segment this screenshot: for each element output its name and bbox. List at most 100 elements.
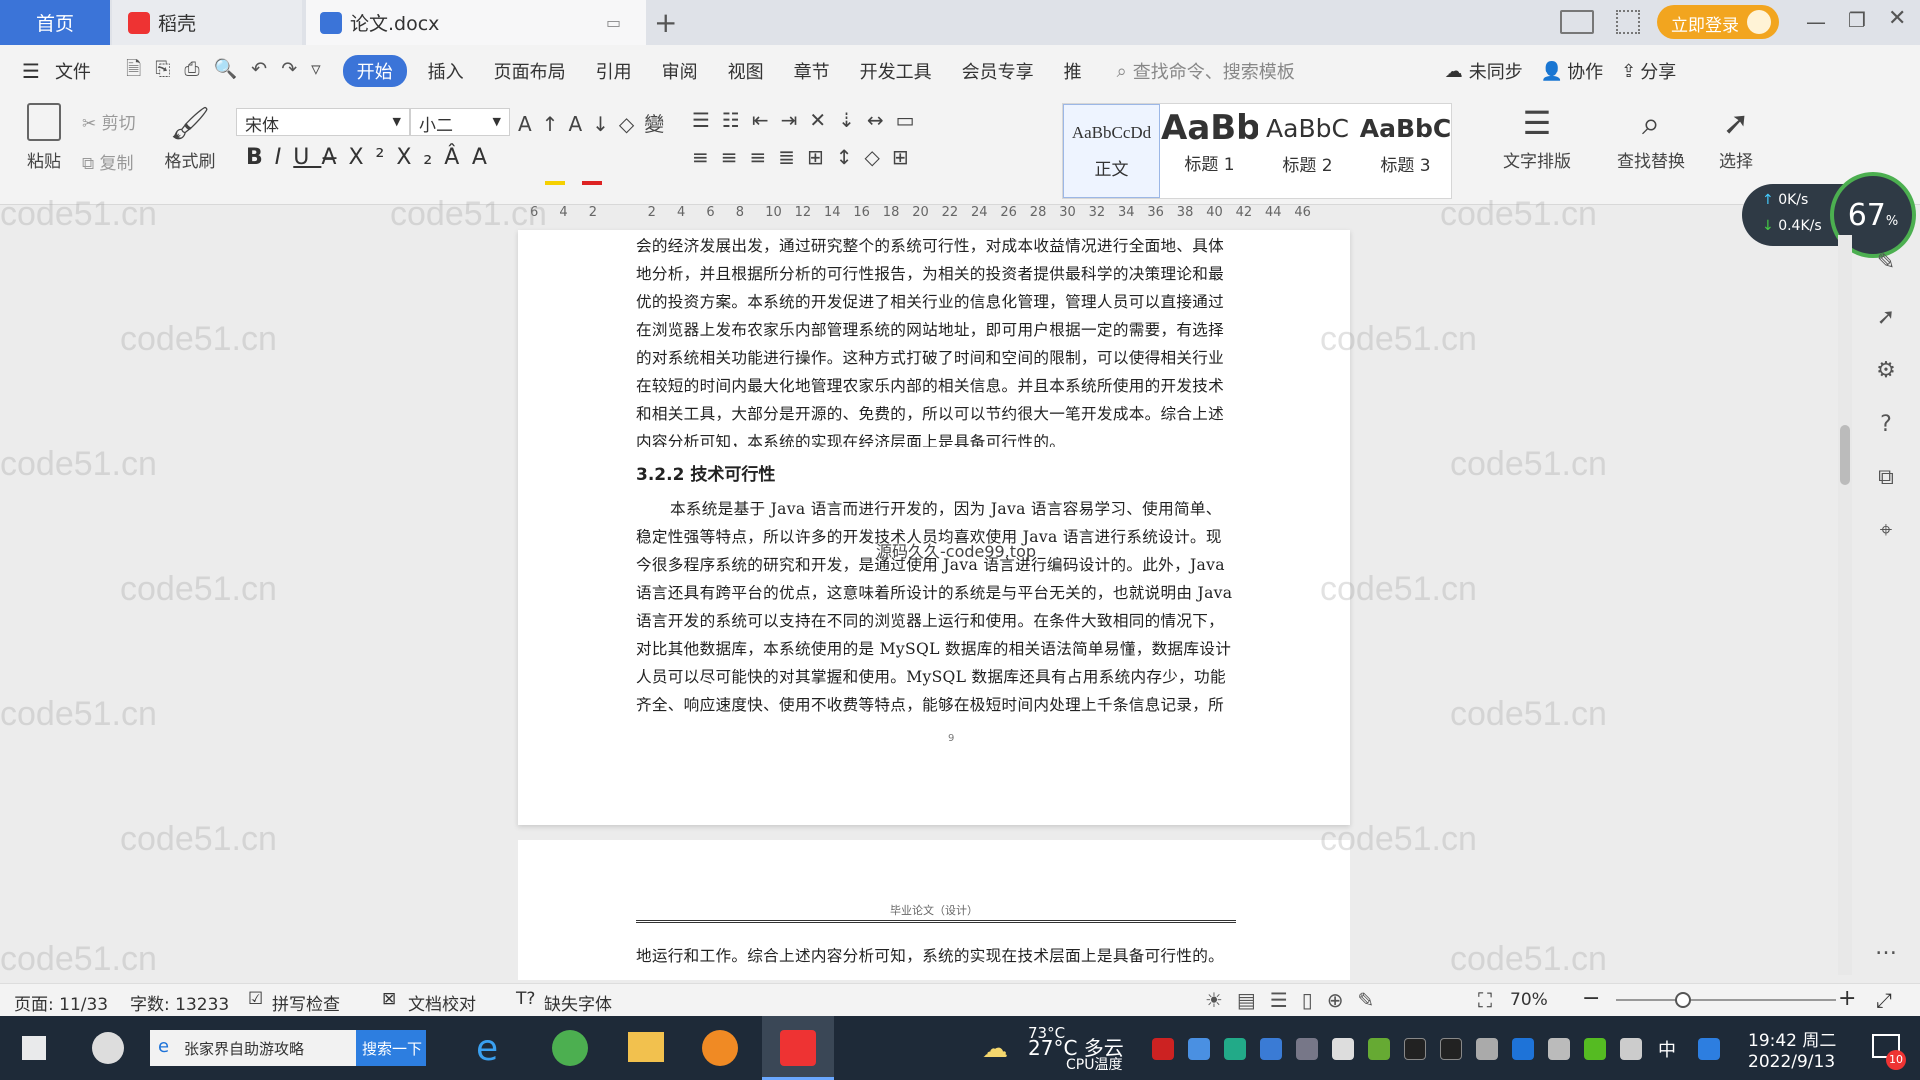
menu-page-layout[interactable]: 页面布局	[479, 58, 581, 84]
media-app-icon[interactable]	[702, 1030, 738, 1066]
find-replace-button[interactable]: ⌕ 查找替换	[1606, 103, 1696, 172]
qq-icon[interactable]	[1440, 1038, 1462, 1060]
paste-button[interactable]: 粘贴	[14, 103, 74, 172]
text-layout-button[interactable]: ☰ 文字排版	[1492, 103, 1582, 172]
missing-font-button[interactable]: 缺失字体	[544, 990, 612, 1015]
zoom-in-icon[interactable]: +	[1838, 986, 1856, 1011]
more-icon[interactable]: …	[1872, 935, 1900, 963]
menu-recommend[interactable]: 推	[1049, 58, 1097, 84]
new-tab-button[interactable]: +	[654, 6, 677, 39]
zoom-out-icon[interactable]: −	[1582, 986, 1600, 1011]
tray-app-icon[interactable]	[1152, 1038, 1174, 1060]
collab-button[interactable]: 协作	[1567, 58, 1603, 84]
menu-file[interactable]: 文件	[40, 58, 106, 84]
file-explorer-icon[interactable]	[628, 1032, 664, 1062]
menu-chapter[interactable]: 章节	[779, 58, 845, 84]
format-painter-button[interactable]: 🖌 格式刷	[160, 103, 220, 172]
font-name-select[interactable]: 宋体 ▼	[236, 108, 410, 136]
scrollbar-thumb[interactable]	[1840, 425, 1850, 485]
pointer-icon[interactable]: ➚	[1872, 305, 1900, 333]
document-page-next[interactable]: 毕业论文（设计） 地运行和工作。综合上述内容分析可知，系统的实现在技术层面上是具…	[518, 840, 1350, 980]
font-size-select[interactable]: 小二 ▼	[410, 108, 510, 136]
location-icon[interactable]: ⌖	[1872, 518, 1900, 546]
tab-home[interactable]: 首页	[0, 0, 110, 45]
start-windows-icon[interactable]	[22, 1036, 46, 1060]
usb-icon[interactable]	[1476, 1038, 1498, 1060]
menu-start[interactable]: 开始	[342, 55, 407, 87]
search-command-input[interactable]: 查找命令、搜索模板	[1133, 58, 1295, 84]
proof-button[interactable]: 文档校对	[408, 990, 476, 1015]
menu-review[interactable]: 审阅	[647, 58, 713, 84]
menu-icon[interactable]: ☰	[22, 59, 40, 83]
tab-daoke[interactable]: 稻壳	[112, 0, 302, 45]
alignment-icons[interactable]: ≡≡≡≣⊞↕◇⊞	[692, 145, 921, 169]
browser-360-icon[interactable]	[552, 1030, 588, 1066]
clock-date[interactable]: 2022/9/13	[1748, 1052, 1835, 1072]
volume-icon[interactable]	[1620, 1038, 1642, 1060]
style-normal[interactable]: AaBbCcDd 正文	[1063, 104, 1160, 198]
wifi-icon[interactable]	[1296, 1038, 1318, 1060]
tab-document[interactable]: 论文.docx ▭	[306, 0, 646, 45]
fullscreen-icon[interactable]: ⤢	[1876, 988, 1892, 1012]
ime-indicator[interactable]: 中	[1658, 1036, 1676, 1062]
style-heading1[interactable]: AaBb 标题 1	[1161, 104, 1258, 198]
list-indent-icons[interactable]: ☰☷⇤⇥✕⇣↔▭	[692, 108, 927, 132]
page-count[interactable]: 页面: 11/33	[14, 990, 108, 1015]
translate-icon[interactable]: ⧉	[1872, 465, 1900, 493]
menu-insert[interactable]: 插入	[413, 58, 479, 84]
help-icon[interactable]: ?	[1872, 412, 1900, 440]
bluetooth-icon[interactable]	[1512, 1038, 1534, 1060]
spellcheck-button[interactable]: 拼写检查	[272, 990, 340, 1015]
layout-icon[interactable]	[1560, 10, 1594, 34]
zoom-level[interactable]: 70%	[1510, 990, 1548, 1010]
battery-icon[interactable]	[1548, 1038, 1570, 1060]
app-logo-icon[interactable]	[92, 1032, 124, 1064]
style-heading2[interactable]: AaBbC 标题 2	[1259, 104, 1356, 198]
fit-page-icon[interactable]: ⛶	[1478, 988, 1492, 1012]
pen-icon[interactable]: ✎	[1872, 250, 1900, 278]
quick-access-icons[interactable]: 🗎⎘⎙🔍↶↷▿	[126, 55, 335, 87]
taskbar-search-button[interactable]: 搜索一下	[356, 1030, 426, 1066]
document-page-current[interactable]: 会的经济发展出发，通过研究整个的系统可行性，对成本收益情况进行全面地、具体地分析…	[518, 230, 1350, 825]
font-format-icons[interactable]: BIUA̶X²X₂ÂA	[246, 145, 499, 170]
view-mode-icons[interactable]: ☀▤☰▯⊕✎	[1205, 988, 1388, 1012]
unsync-button[interactable]: 未同步	[1469, 58, 1523, 84]
menu-view[interactable]: 视图	[713, 58, 779, 84]
shield-icon[interactable]	[1260, 1038, 1282, 1060]
menu-member[interactable]: 会员专享	[947, 58, 1049, 84]
copy-button[interactable]: ⧉ 复制	[82, 149, 162, 174]
word-count[interactable]: 字数: 13233	[130, 990, 229, 1015]
menu-reference[interactable]: 引用	[581, 58, 647, 84]
ie-browser-icon[interactable]: e	[476, 1028, 498, 1069]
settings-icon[interactable]: ⚙	[1872, 358, 1900, 386]
ruler[interactable]: 6 4 2 2 4 6 8 10 12 14 16 18 20 22 24 26 28 30 32 34 36 38 40 4…	[530, 203, 1345, 223]
vertical-scrollbar[interactable]	[1838, 235, 1852, 975]
restore-icon[interactable]: ❐	[1848, 8, 1866, 32]
bell-icon[interactable]	[1332, 1038, 1354, 1060]
clock-time[interactable]: 19:42 周二	[1748, 1026, 1836, 1051]
wps-taskbar-button[interactable]	[762, 1016, 834, 1080]
select-button[interactable]: ➚ 选择	[1706, 103, 1766, 172]
minimize-icon[interactable]: —	[1806, 10, 1826, 34]
zoom-slider-handle[interactable]	[1675, 992, 1691, 1008]
cut-button[interactable]: ✂ 剪切	[82, 109, 162, 134]
close-icon[interactable]: ✕	[1888, 6, 1906, 31]
header-rule	[636, 920, 1236, 923]
ruler-tick: 28	[1029, 205, 1047, 220]
font-grow-shrink-icons[interactable]: A↑A↓◇變	[518, 108, 674, 137]
qq-icon[interactable]	[1404, 1038, 1426, 1060]
menu-developer[interactable]: 开发工具	[845, 58, 947, 84]
share-button[interactable]: 分享	[1640, 58, 1676, 84]
taskbar-search-input[interactable]: e 张家界自助游攻略	[150, 1030, 356, 1066]
login-button[interactable]: 立即登录	[1657, 5, 1779, 39]
apps-grid-icon[interactable]	[1616, 10, 1640, 34]
tab-screen-icon[interactable]: ▭	[606, 13, 621, 32]
tray-app-icon[interactable]	[1698, 1038, 1720, 1060]
tray-app-icon[interactable]	[1584, 1038, 1606, 1060]
zoom-slider[interactable]	[1616, 999, 1836, 1001]
ruler-tick: 6	[706, 205, 715, 220]
tray-app-icon[interactable]	[1224, 1038, 1246, 1060]
style-heading3[interactable]: AaBbC 标题 3	[1357, 104, 1454, 198]
tray-app-icon[interactable]	[1188, 1038, 1210, 1060]
gpu-icon[interactable]	[1368, 1038, 1390, 1060]
